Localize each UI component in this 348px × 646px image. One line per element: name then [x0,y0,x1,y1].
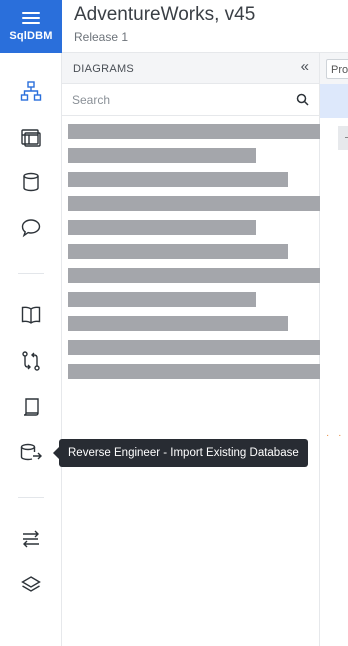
canvas-tab-input[interactable]: Pro [326,59,348,79]
diagrams-panel: DIAGRAMS « [62,53,320,646]
canvas-highlight [320,84,348,118]
search-icon[interactable] [296,93,309,111]
rail-divider [18,273,44,274]
layers-icon[interactable] [17,571,45,599]
loading-row [68,220,256,235]
release-label: Release 1 [74,30,129,44]
side-rail [0,53,62,646]
loading-row [68,196,320,211]
table-grid-icon[interactable] [17,124,45,152]
book-icon[interactable] [17,301,45,329]
collapse-panel-icon[interactable]: « [301,58,309,75]
loading-row [68,340,320,355]
project-title: AdventureWorks, v45 [74,4,256,25]
header: AdventureWorks, v45 Release 1 [62,0,348,53]
rail-divider [18,497,44,498]
hamburger-icon [22,11,40,24]
diagram-canvas[interactable]: Pro · · [320,53,348,646]
export-arrows-icon[interactable] [17,525,45,553]
search-bar [62,84,319,116]
database-icon[interactable] [17,168,45,196]
compare-arrows-icon[interactable] [17,347,45,375]
search-input[interactable] [62,84,294,116]
diagram-tree-icon[interactable] [17,77,45,105]
app-menu-logo[interactable]: SqlDBM [0,0,62,53]
panel-title: DIAGRAMS [73,63,135,75]
canvas-toolbar: Pro [320,53,348,85]
loading-row [68,124,320,139]
loading-row [68,364,320,379]
panel-header: DIAGRAMS « [62,53,319,84]
loading-row [68,292,256,307]
reverse-engineer-tooltip: Reverse Engineer - Import Existing Datab… [53,439,308,467]
loading-row [68,316,288,331]
logo-text: SqlDBM [9,29,53,42]
canvas-handle[interactable] [338,126,348,150]
loading-row [68,268,320,283]
reverse-engineer-db-icon[interactable] [17,439,45,467]
loading-row [68,172,288,187]
canvas-marker: · · [326,430,345,441]
loading-row [68,148,256,163]
document-icon[interactable] [17,393,45,421]
loading-row [68,244,288,259]
comment-icon[interactable] [17,214,45,242]
